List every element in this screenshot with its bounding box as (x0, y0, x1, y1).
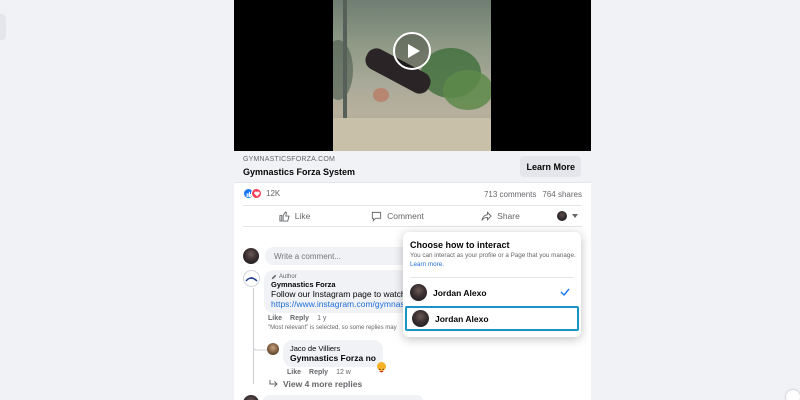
reply-connector (253, 340, 267, 351)
engagement-counts: 713 comments 764 shares (484, 190, 582, 199)
profile-option-2[interactable]: Jordan Alexo (405, 306, 579, 331)
comment-link[interactable]: https://www.instagram.com/gymnasti (271, 299, 417, 309)
comment-item: Author Gymnastics Forza Follow our Insta… (243, 270, 424, 331)
comments-count[interactable]: 713 comments (484, 190, 536, 199)
reply-item: Jaco de Villiers Gymnastics Forza no Lik… (267, 340, 386, 376)
love-reaction-icon (251, 188, 262, 199)
interact-as-popup: Choose how to interact You can interact … (403, 232, 581, 337)
avatar[interactable] (243, 248, 259, 264)
scroll-nub[interactable] (786, 390, 800, 400)
reaction-summary[interactable]: 12K (243, 188, 280, 199)
link-domain: GYMNASTICSFORZA.COM (243, 156, 336, 163)
avatar (410, 284, 427, 301)
profile-name: Jordan Alexo (433, 287, 487, 298)
link-preview[interactable]: GYMNASTICSFORZA.COM Gymnastics Forza Sys… (234, 151, 591, 183)
learn-more-link[interactable]: Learn more. (410, 261, 444, 268)
comment-author[interactable]: Jaco de Villiers (290, 344, 376, 353)
gymnastics-logo-icon (245, 276, 258, 282)
view-more-replies[interactable]: View 4 more replies (269, 379, 362, 389)
avatar (412, 310, 429, 327)
laughing-emoji-icon (376, 362, 386, 373)
popup-description: You can interact as your profile or a Pa… (410, 252, 576, 268)
comment-bubble: Jaco de Villiers Gymnastics Forza no (283, 340, 386, 373)
reaction-count: 12K (266, 189, 281, 198)
video-player[interactable] (234, 0, 591, 151)
post-action-bar: Like Comment Share (243, 205, 582, 227)
reply-arrow-icon (269, 380, 278, 387)
checkmark-icon (560, 288, 570, 296)
share-icon (481, 210, 492, 221)
like-label: Like (294, 211, 311, 221)
comment-reply-link[interactable]: Reply (309, 369, 328, 376)
comment-button[interactable]: Comment (346, 211, 449, 222)
share-button[interactable]: Share (449, 210, 552, 222)
popup-title: Choose how to interact (410, 240, 510, 250)
left-panel-edge (0, 14, 6, 40)
like-button[interactable]: Like (243, 210, 346, 222)
avatar[interactable] (267, 343, 279, 355)
comment-label: Comment (387, 211, 424, 221)
comment-meta: Like Reply 12 w (287, 369, 383, 376)
video-frame (333, 0, 491, 151)
mentioned-page[interactable]: Gymnastics Forza no (290, 353, 376, 363)
learn-more-button[interactable]: Learn More (520, 156, 581, 177)
feed-post: GYMNASTICSFORZA.COM Gymnastics Forza Sys… (234, 0, 591, 400)
avatar (556, 211, 567, 221)
interact-as-selector[interactable] (552, 211, 582, 221)
comment-time[interactable]: 1 y (317, 315, 326, 322)
comment-bubble: Author Gymnastics Forza Follow our Insta… (264, 270, 424, 313)
comment-time[interactable]: 12 w (336, 369, 351, 376)
profile-name: Jordan Alexo (435, 313, 489, 324)
comment-author[interactable]: Gymnastics Forza (271, 280, 417, 289)
divider (410, 277, 574, 278)
page-logo[interactable] (243, 270, 260, 287)
comment-text: Follow our Instagram page to watch m (271, 289, 416, 299)
comment-like-link[interactable]: Like (287, 369, 301, 376)
link-title[interactable]: Gymnastics Forza System (243, 167, 355, 177)
comment-bubble (263, 395, 423, 400)
relevance-note: "Most relevant" is selected, so some rep… (268, 325, 397, 331)
chevron-down-icon (571, 214, 578, 218)
avatar[interactable] (243, 395, 259, 400)
comment-like-link[interactable]: Like (268, 315, 282, 322)
play-icon (407, 44, 420, 58)
profile-option-1[interactable]: Jordan Alexo (405, 280, 579, 305)
play-button[interactable] (393, 32, 431, 70)
comment-reply-link[interactable]: Reply (290, 315, 309, 322)
shares-count[interactable]: 764 shares (542, 190, 582, 199)
share-label: Share (497, 211, 520, 221)
thumbs-up-icon (279, 210, 290, 222)
comment-meta: Like Reply 1 y (268, 315, 424, 322)
comment-text: Gymnastics Forza no (290, 353, 376, 363)
comment-icon (371, 211, 382, 222)
